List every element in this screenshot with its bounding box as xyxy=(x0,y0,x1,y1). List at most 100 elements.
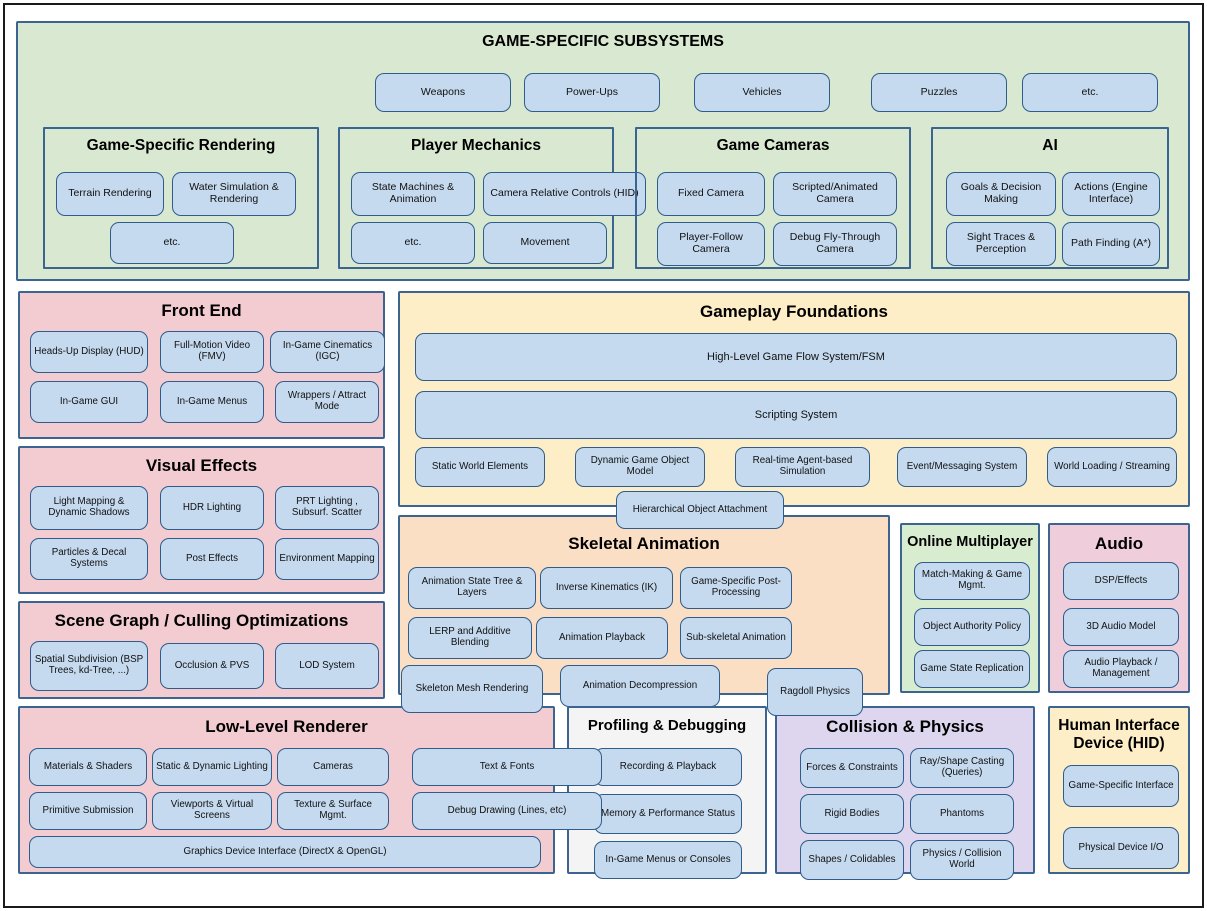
architecture-diagram: GAME-SPECIFIC SUBSYSTEMS Weapons Power-U… xyxy=(0,0,1207,911)
group-title-ai: AI xyxy=(1042,137,1058,154)
section-title-front-end: Front End xyxy=(161,301,242,320)
box-physics-collision-world[interactable]: Physics / Collision World xyxy=(910,840,1014,880)
box-power-ups[interactable]: Power-Ups xyxy=(524,73,660,112)
box-player-follow-camera[interactable]: Player-Follow Camera xyxy=(657,222,765,266)
section-title-profiling-debugging: Profiling & Debugging xyxy=(587,717,747,734)
box-rendering-etc[interactable]: etc. xyxy=(110,222,234,264)
group-player-mechanics: Player Mechanics State Machines & Animat… xyxy=(338,127,646,269)
box-camera-relative-controls[interactable]: Camera Relative Controls (HID) xyxy=(483,172,646,216)
box-text-fonts[interactable]: Text & Fonts xyxy=(412,748,602,786)
box-object-authority-policy[interactable]: Object Authority Policy xyxy=(914,608,1030,646)
section-visual-effects: Visual Effects Light Mapping & Dynamic S… xyxy=(18,446,385,594)
box-ray-shape-casting[interactable]: Ray/Shape Casting (Queries) xyxy=(910,748,1014,788)
box-in-game-cinematics[interactable]: In-Game Cinematics (IGC) xyxy=(270,331,385,373)
box-environment-mapping[interactable]: Environment Mapping xyxy=(275,538,379,580)
box-in-game-menus-consoles[interactable]: In-Game Menus or Consoles xyxy=(594,841,742,879)
box-spatial-subdivision[interactable]: Spatial Subdivision (BSP Trees, kd-Tree,… xyxy=(30,641,148,691)
box-game-state-replication[interactable]: Game State Replication xyxy=(914,650,1030,688)
group-title-game-cameras: Game Cameras xyxy=(716,137,830,154)
box-scripting-system[interactable]: Scripting System xyxy=(415,391,1177,439)
box-recording-playback[interactable]: Recording & Playback xyxy=(594,748,742,786)
box-lod-system[interactable]: LOD System xyxy=(275,643,379,689)
box-inverse-kinematics[interactable]: Inverse Kinematics (IK) xyxy=(540,567,673,609)
section-title-scene-graph: Scene Graph / Culling Optimizations xyxy=(54,611,349,630)
box-graphics-device-interface[interactable]: Graphics Device Interface (DirectX & Ope… xyxy=(29,836,541,868)
group-ai: AI Goals & Decision Making Actions (Engi… xyxy=(931,127,1169,269)
box-post-effects[interactable]: Post Effects xyxy=(160,538,264,580)
box-hdr-lighting[interactable]: HDR Lighting xyxy=(160,486,264,530)
box-dsp-effects[interactable]: DSP/Effects xyxy=(1063,562,1179,600)
box-real-time-agent-based-simulation[interactable]: Real-time Agent-based Simulation xyxy=(735,447,870,487)
box-goals-decision-making[interactable]: Goals & Decision Making xyxy=(946,172,1056,216)
box-player-mechanics-etc[interactable]: etc. xyxy=(351,222,475,264)
box-debug-drawing[interactable]: Debug Drawing (Lines, etc) xyxy=(412,792,602,830)
box-movement[interactable]: Movement xyxy=(483,222,607,264)
box-world-loading-streaming[interactable]: World Loading / Streaming xyxy=(1047,447,1177,487)
box-light-mapping-dynamic-shadows[interactable]: Light Mapping & Dynamic Shadows xyxy=(30,486,148,530)
box-texture-surface-mgmt[interactable]: Texture & Surface Mgmt. xyxy=(277,792,389,830)
group-title-game-specific-rendering: Game-Specific Rendering xyxy=(86,137,276,154)
box-forces-constraints[interactable]: Forces & Constraints xyxy=(800,748,904,788)
box-game-specific-interface[interactable]: Game-Specific Interface xyxy=(1063,765,1179,807)
section-collision-physics: Collision & Physics Forces & Constraints… xyxy=(775,706,1035,880)
box-audio-playback-management[interactable]: Audio Playback / Management xyxy=(1063,650,1179,688)
box-match-making-game-mgmt[interactable]: Match-Making & Game Mgmt. xyxy=(914,562,1030,600)
group-title-player-mechanics: Player Mechanics xyxy=(410,137,542,154)
section-profiling-debugging: Profiling & Debugging Recording & Playba… xyxy=(567,706,767,879)
section-title-skeletal-animation: Skeletal Animation xyxy=(568,534,720,553)
box-ragdoll-physics[interactable]: Ragdoll Physics xyxy=(767,668,863,716)
box-static-world-elements[interactable]: Static World Elements xyxy=(415,447,545,487)
section-title-audio: Audio xyxy=(1094,534,1144,553)
box-weapons[interactable]: Weapons xyxy=(375,73,511,112)
box-shapes-colidables[interactable]: Shapes / Colidables xyxy=(800,840,904,880)
box-sight-traces-perception[interactable]: Sight Traces & Perception xyxy=(946,222,1056,266)
box-event-messaging-system[interactable]: Event/Messaging System xyxy=(897,447,1027,487)
box-path-finding[interactable]: Path Finding (A*) xyxy=(1062,222,1160,266)
box-sub-skeletal-animation[interactable]: Sub-skeletal Animation xyxy=(680,617,792,659)
box-primitive-submission[interactable]: Primitive Submission xyxy=(29,792,147,830)
box-debug-fly-through-camera[interactable]: Debug Fly-Through Camera xyxy=(773,222,897,266)
box-physical-device-io[interactable]: Physical Device I/O xyxy=(1063,827,1179,869)
box-animation-state-tree-layers[interactable]: Animation State Tree & Layers xyxy=(408,567,536,609)
box-dynamic-game-object-model[interactable]: Dynamic Game Object Model xyxy=(575,447,705,487)
box-heads-up-display[interactable]: Heads-Up Display (HUD) xyxy=(30,331,148,373)
box-3d-audio-model[interactable]: 3D Audio Model xyxy=(1063,608,1179,646)
section-scene-graph-culling: Scene Graph / Culling Optimizations Spat… xyxy=(18,601,385,699)
box-animation-playback[interactable]: Animation Playback xyxy=(536,617,668,659)
box-state-machines-animation[interactable]: State Machines & Animation xyxy=(351,172,475,216)
box-terrain-rendering[interactable]: Terrain Rendering xyxy=(56,172,164,216)
box-high-level-game-flow-system[interactable]: High-Level Game Flow System/FSM xyxy=(415,333,1177,381)
box-etc-subsystems[interactable]: etc. xyxy=(1022,73,1158,112)
box-actions-engine-interface[interactable]: Actions (Engine Interface) xyxy=(1062,172,1160,216)
box-full-motion-video[interactable]: Full-Motion Video (FMV) xyxy=(160,331,264,373)
box-particles-decal-systems[interactable]: Particles & Decal Systems xyxy=(30,538,148,580)
section-title-online-multiplayer: Online Multiplayer xyxy=(907,534,1033,550)
section-audio: Audio DSP/Effects 3D Audio Model Audio P… xyxy=(1048,523,1190,693)
box-viewports-virtual-screens[interactable]: Viewports & Virtual Screens xyxy=(152,792,272,830)
box-lerp-additive-blending[interactable]: LERP and Additive Blending xyxy=(408,617,532,659)
box-in-game-menus[interactable]: In-Game Menus xyxy=(160,381,264,423)
box-materials-shaders[interactable]: Materials & Shaders xyxy=(29,748,147,786)
box-water-simulation-rendering[interactable]: Water Simulation & Rendering xyxy=(172,172,296,216)
box-phantoms[interactable]: Phantoms xyxy=(910,794,1014,834)
box-puzzles[interactable]: Puzzles xyxy=(871,73,1007,112)
box-vehicles[interactable]: Vehicles xyxy=(694,73,830,112)
box-skeleton-mesh-rendering[interactable]: Skeleton Mesh Rendering xyxy=(401,665,543,713)
box-static-dynamic-lighting[interactable]: Static & Dynamic Lighting xyxy=(152,748,272,786)
section-title-hid: Human Interface Device (HID) xyxy=(1058,717,1180,752)
box-cameras[interactable]: Cameras xyxy=(277,748,389,786)
section-game-specific-subsystems: GAME-SPECIFIC SUBSYSTEMS Weapons Power-U… xyxy=(16,21,1190,281)
box-occlusion-pvs[interactable]: Occlusion & PVS xyxy=(160,643,264,689)
box-game-specific-post-processing[interactable]: Game-Specific Post-Processing xyxy=(680,567,792,609)
box-memory-performance-status[interactable]: Memory & Performance Status xyxy=(594,794,742,834)
box-scripted-animated-camera[interactable]: Scripted/Animated Camera xyxy=(773,172,897,216)
box-wrappers-attract-mode[interactable]: Wrappers / Attract Mode xyxy=(275,381,379,423)
box-animation-decompression[interactable]: Animation Decompression xyxy=(560,665,720,707)
box-prt-lighting-subsurf-scatter[interactable]: PRT Lighting , Subsurf. Scatter xyxy=(275,486,379,530)
box-hierarchical-object-attachment[interactable]: Hierarchical Object Attachment xyxy=(616,491,784,529)
box-rigid-bodies[interactable]: Rigid Bodies xyxy=(800,794,904,834)
section-online-multiplayer: Online Multiplayer Match-Making & Game M… xyxy=(900,523,1040,693)
box-fixed-camera[interactable]: Fixed Camera xyxy=(657,172,765,216)
section-gameplay-foundations: Gameplay Foundations High-Level Game Flo… xyxy=(398,291,1190,507)
box-in-game-gui[interactable]: In-Game GUI xyxy=(30,381,148,423)
